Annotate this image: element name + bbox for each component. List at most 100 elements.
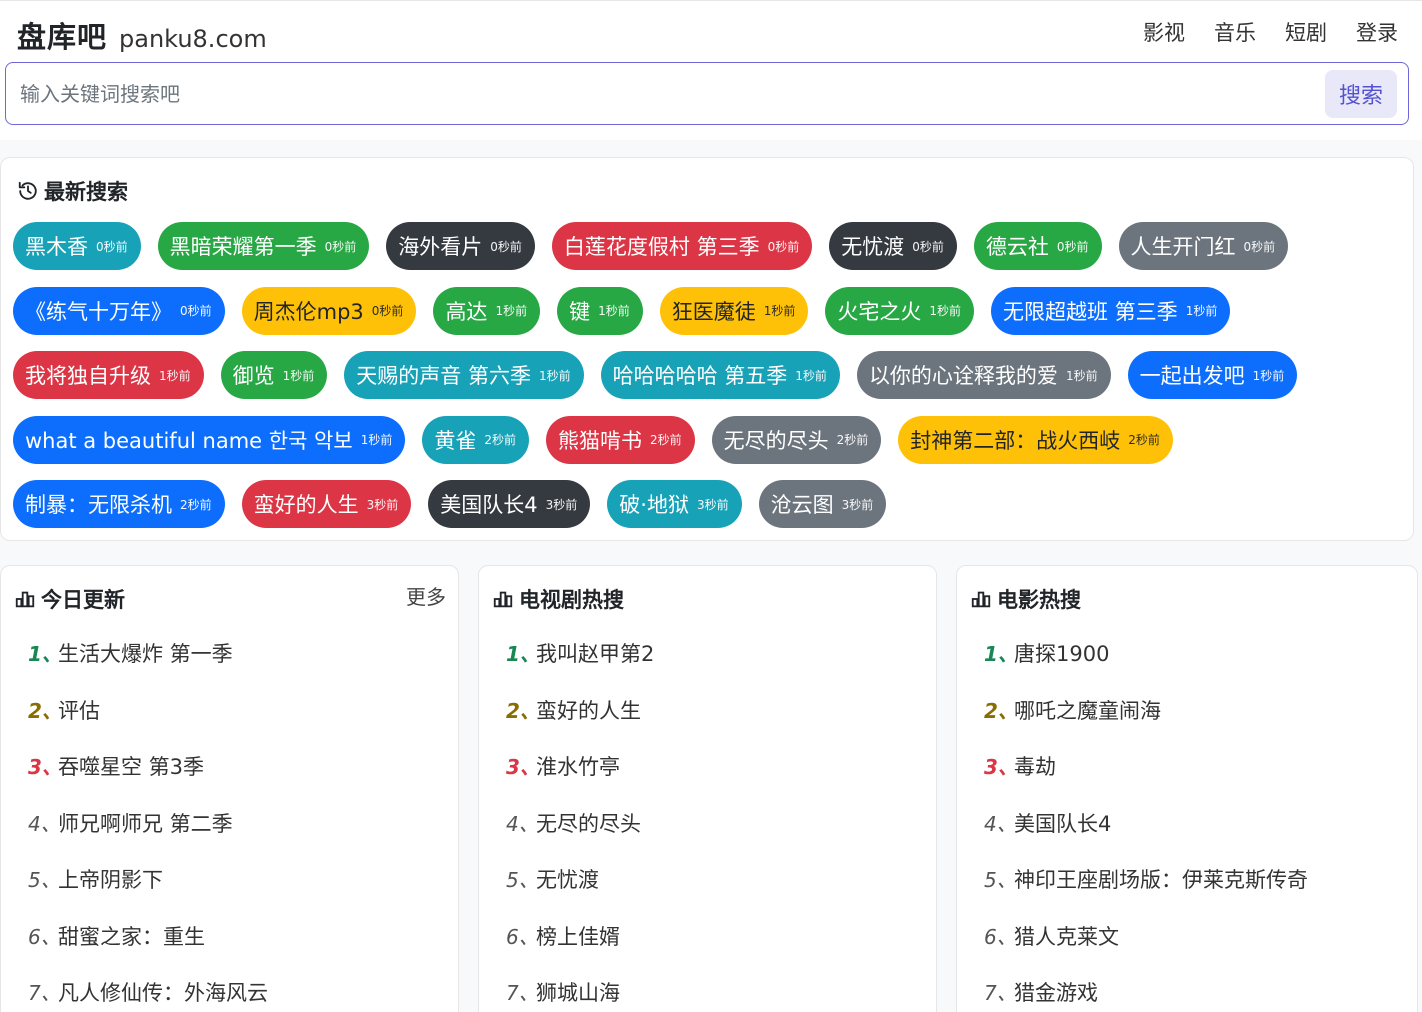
more-link[interactable]: 更多 <box>406 581 446 610</box>
list-item[interactable]: 7、 狮城山海 <box>506 977 654 1012</box>
rank-number: 4、 <box>984 811 1017 836</box>
search-tag-label: 黄雀 <box>434 428 477 453</box>
list-item[interactable]: 3、 淮水竹亭 <box>506 751 654 808</box>
search-tag[interactable]: 一起出发吧 1秒前 <box>1127 351 1298 399</box>
search-tag-time: 2秒前 <box>649 433 682 447</box>
search-tag-time: 1秒前 <box>929 304 961 318</box>
search-tag[interactable]: 哈哈哈哈哈 第五季 1秒前 <box>600 351 840 399</box>
search-tag-label: 美国队长4 <box>440 493 538 517</box>
search-tag[interactable]: 无限超越班 第三季 1秒前 <box>991 286 1231 335</box>
search-button[interactable]: 搜索 <box>1325 70 1397 118</box>
search-tag[interactable]: 德云社 0秒前 <box>973 222 1102 270</box>
brand-name[interactable]: 盘库吧 <box>17 14 107 56</box>
nav-item-short-drama[interactable]: 短剧 <box>1285 17 1327 47</box>
search-tag[interactable]: 破·地狱 3秒前 <box>607 480 742 528</box>
list-item[interactable]: 6、 甜蜜之家：重生 <box>28 921 268 978</box>
list-item-title: 上帝阴影下 <box>58 868 163 892</box>
list-item-title: 生活大爆炸 第一季 <box>58 642 233 666</box>
rank-number: 6、 <box>984 924 1017 949</box>
list-item-title: 甜蜜之家：重生 <box>58 924 205 949</box>
nav-item-login[interactable]: 登录 <box>1356 17 1398 47</box>
list-item[interactable]: 2、 蛮好的人生 <box>506 695 654 752</box>
search-tag[interactable]: 我将独自升级 1秒前 <box>13 351 204 399</box>
search-tag[interactable]: 高达 1秒前 <box>433 286 541 335</box>
list-item-title: 狮城山海 <box>536 981 620 1005</box>
search-tag[interactable]: 封神第二部：战火西岐 2秒前 <box>898 415 1173 464</box>
search-tag-label: 黑暗荣耀第一季 <box>169 235 317 259</box>
list-item[interactable]: 5、 神印王座剧场版：伊莱克斯传奇 <box>984 864 1308 921</box>
rank-number: 2、 <box>984 698 1018 723</box>
rank-number: 5、 <box>506 868 539 892</box>
list-item-title: 美国队长4 <box>1014 811 1112 836</box>
list-item[interactable]: 6、 猎人克莱文 <box>984 921 1308 978</box>
list-item[interactable]: 6、 榜上佳婿 <box>506 921 654 978</box>
search-tag-time: 1秒前 <box>1252 368 1285 383</box>
search-tag-time: 1秒前 <box>282 368 315 383</box>
search-tag[interactable]: 黑暗荣耀第一季 0秒前 <box>157 222 370 270</box>
list-item[interactable]: 1、 我叫赵甲第2 <box>506 638 654 695</box>
brand-domain[interactable]: panku8.com <box>119 25 267 53</box>
list-item[interactable]: 4、 师兄啊师兄 第二季 <box>28 808 268 865</box>
search-tag[interactable]: 狂医魔徒 1秒前 <box>659 286 809 335</box>
nav-item-video[interactable]: 影视 <box>1143 17 1185 47</box>
movie-hot-card: 电影热搜 1、 唐探1900 2、 哪吒之魔童闹海 3、 毒劫 4、 美国队长4 5、 神印王座剧… <box>956 565 1418 1012</box>
search-tag[interactable]: 天赐的声音 第六季 1秒前 <box>344 351 584 399</box>
search-tag[interactable]: 无忧渡 0秒前 <box>829 222 957 270</box>
tag-row: what a beautiful name 한국 악보 1秒前 黄雀 2秒前 熊猫啃书 2… <box>13 415 1403 464</box>
search-tag[interactable]: 御览 1秒前 <box>220 351 328 399</box>
list-item-title: 无尽的尽头 <box>536 811 641 836</box>
search-tag[interactable]: 无尽的尽头 2秒前 <box>711 415 882 464</box>
list-item[interactable]: 7、 凡人修仙传：外海风云 <box>28 977 268 1012</box>
list-item[interactable]: 3、 吞噬星空 第3季 <box>28 751 268 808</box>
search-tag[interactable]: 海外看片 0秒前 <box>386 222 535 270</box>
search-tag[interactable]: 人生开门红 0秒前 <box>1118 222 1289 270</box>
brand[interactable]: 盘库吧 panku8.com <box>17 14 267 56</box>
list-item-title: 哪吒之魔童闹海 <box>1014 698 1161 723</box>
list-item[interactable]: 4、 美国队长4 <box>984 808 1308 865</box>
rank-number: 7、 <box>984 981 1017 1005</box>
search-tag[interactable]: what a beautiful name 한국 악보 1秒前 <box>13 415 406 464</box>
search-tag[interactable]: 周杰伦mp3 0秒前 <box>241 286 417 335</box>
list-item[interactable]: 5、 上帝阴影下 <box>28 864 268 921</box>
list-item[interactable]: 1、 唐探1900 <box>984 638 1308 695</box>
rank-number: 3、 <box>984 755 1018 779</box>
search-tag[interactable]: 黄雀 2秒前 <box>422 415 529 464</box>
list-item[interactable]: 1、 生活大爆炸 第一季 <box>28 638 268 695</box>
search-tag[interactable]: 键 1秒前 <box>557 286 643 335</box>
nav-item-music[interactable]: 音乐 <box>1214 17 1256 47</box>
today-updates-list: 1、 生活大爆炸 第一季 2、 评估 3、 吞噬星空 第3季 4、 师兄啊师兄 第二季 5、 上帝… <box>28 638 268 1012</box>
search-tag-label: 一起出发吧 <box>1139 364 1245 388</box>
search-tag[interactable]: 白莲花度假村 第三季 0秒前 <box>551 222 813 270</box>
list-item[interactable]: 3、 毒劫 <box>984 751 1308 808</box>
rank-number: 7、 <box>28 981 61 1005</box>
search-input[interactable] <box>20 71 1310 117</box>
search-tag[interactable]: 黑木香 0秒前 <box>13 222 141 270</box>
search-tag[interactable]: 以你的心诠释我的爱 1秒前 <box>856 351 1111 399</box>
movie-hot-heading: 电影热搜 <box>970 584 1081 614</box>
search-tag[interactable]: 火宅之火 1秒前 <box>825 286 974 335</box>
search-tag[interactable]: 《练气十万年》 0秒前 <box>13 286 225 335</box>
search-tag[interactable]: 沧云图 3秒前 <box>758 480 887 528</box>
list-item[interactable]: 7、 猎金游戏 <box>984 977 1308 1012</box>
search-tag[interactable]: 蛮好的人生 3秒前 <box>241 480 412 528</box>
list-item[interactable]: 2、 哪吒之魔童闹海 <box>984 695 1308 752</box>
tag-row: 制暴：无限杀机 2秒前 蛮好的人生 3秒前 美国队长4 3秒前 破·地狱 3秒前 沧云图 3秒前 <box>13 480 1403 528</box>
search-tag-time: 3秒前 <box>696 497 729 512</box>
search-tag-label: 火宅之火 <box>837 299 922 324</box>
list-item[interactable]: 5、 无忧渡 <box>506 864 654 921</box>
search-tag-time: 1秒前 <box>1185 304 1218 318</box>
search-tag[interactable]: 熊猫啃书 2秒前 <box>545 415 695 464</box>
search-tag-time: 3秒前 <box>841 497 874 512</box>
today-updates-heading: 今日更新 <box>14 584 125 614</box>
search-tag[interactable]: 美国队长4 3秒前 <box>428 480 591 528</box>
search-tag[interactable]: 制暴：无限杀机 2秒前 <box>13 480 225 528</box>
list-item-title: 唐探1900 <box>1014 642 1110 666</box>
search-tag-label: 海外看片 <box>398 235 483 259</box>
rank-number: 4、 <box>506 811 539 836</box>
list-item[interactable]: 4、 无尽的尽头 <box>506 808 654 865</box>
search-tag-label: 狂医魔徒 <box>671 299 756 324</box>
list-item-title: 吞噬星空 第3季 <box>58 755 205 779</box>
search-tag-time: 0秒前 <box>490 239 522 254</box>
list-item[interactable]: 2、 评估 <box>28 695 268 752</box>
list-item-title: 毒劫 <box>1014 755 1056 779</box>
